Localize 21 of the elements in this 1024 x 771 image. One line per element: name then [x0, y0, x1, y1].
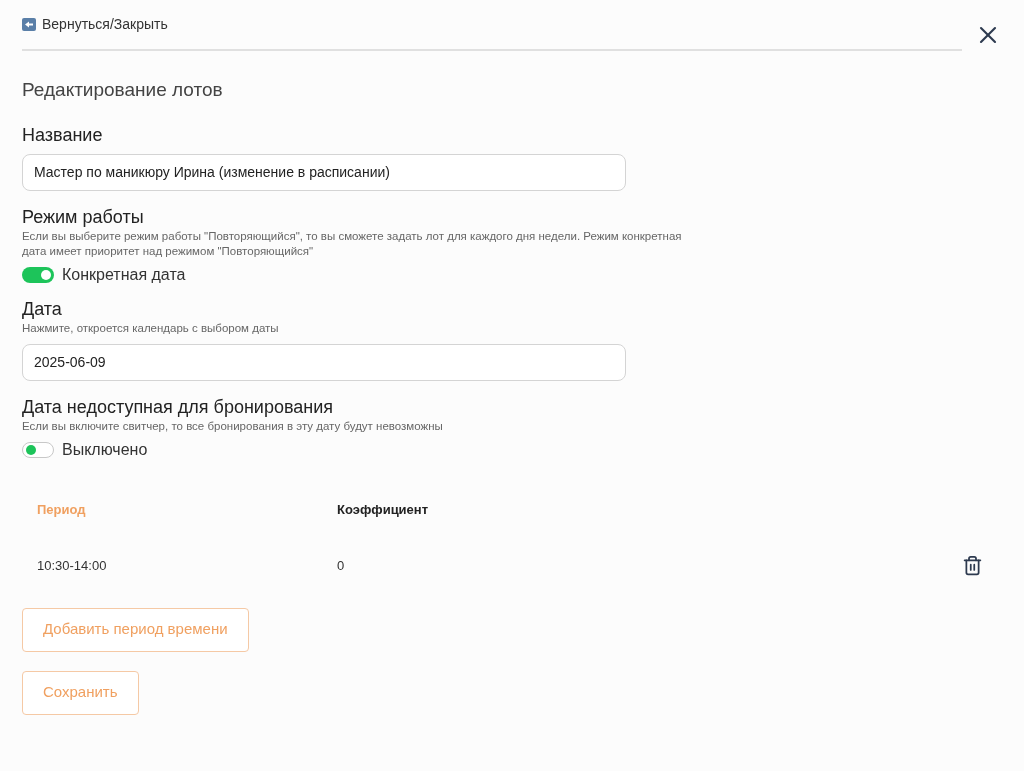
toggle-switch[interactable]: [22, 266, 54, 283]
table-cell-text: 0: [337, 556, 346, 575]
hint-text: Если вы выберите режим работы "Повторяющийся", то вы сможете задать лот для каждого дня недели. Режим конкретная дата имеет приоритет над режимом "Повторяющийся": [22, 228, 683, 259]
page-title: Редактирование лотов: [22, 78, 224, 102]
toggle-label: Выключено: [62, 439, 148, 460]
field-label: Дата: [22, 297, 63, 321]
back-arrow-icon: [22, 18, 36, 31]
delete-button[interactable]: [962, 555, 983, 576]
field-label: Дата недоступная для бронирования: [22, 395, 335, 419]
hint-text: Нажмите, откроется календарь с выбором даты: [22, 320, 280, 336]
hint-text: Если вы включите свитчер, то все бронирования в эту дату будут невозможны: [22, 418, 444, 434]
date-input[interactable]: 2025-06-09: [22, 343, 626, 381]
back-link[interactable]: Вернуться/Закрыть: [22, 14, 962, 35]
name-input[interactable]: Мастер по маникюру Ирина (изменение в расписании): [22, 153, 626, 191]
trash-icon: [962, 555, 983, 576]
toggle-label: Конкретная дата: [62, 264, 186, 285]
column-header[interactable]: Коэффициент: [337, 499, 637, 520]
field-label: Режим работы: [22, 205, 145, 229]
field-label: Название: [22, 123, 104, 147]
table-cell-text: 10:30-14:00: [37, 556, 108, 575]
toggle-switch[interactable]: [22, 441, 54, 458]
